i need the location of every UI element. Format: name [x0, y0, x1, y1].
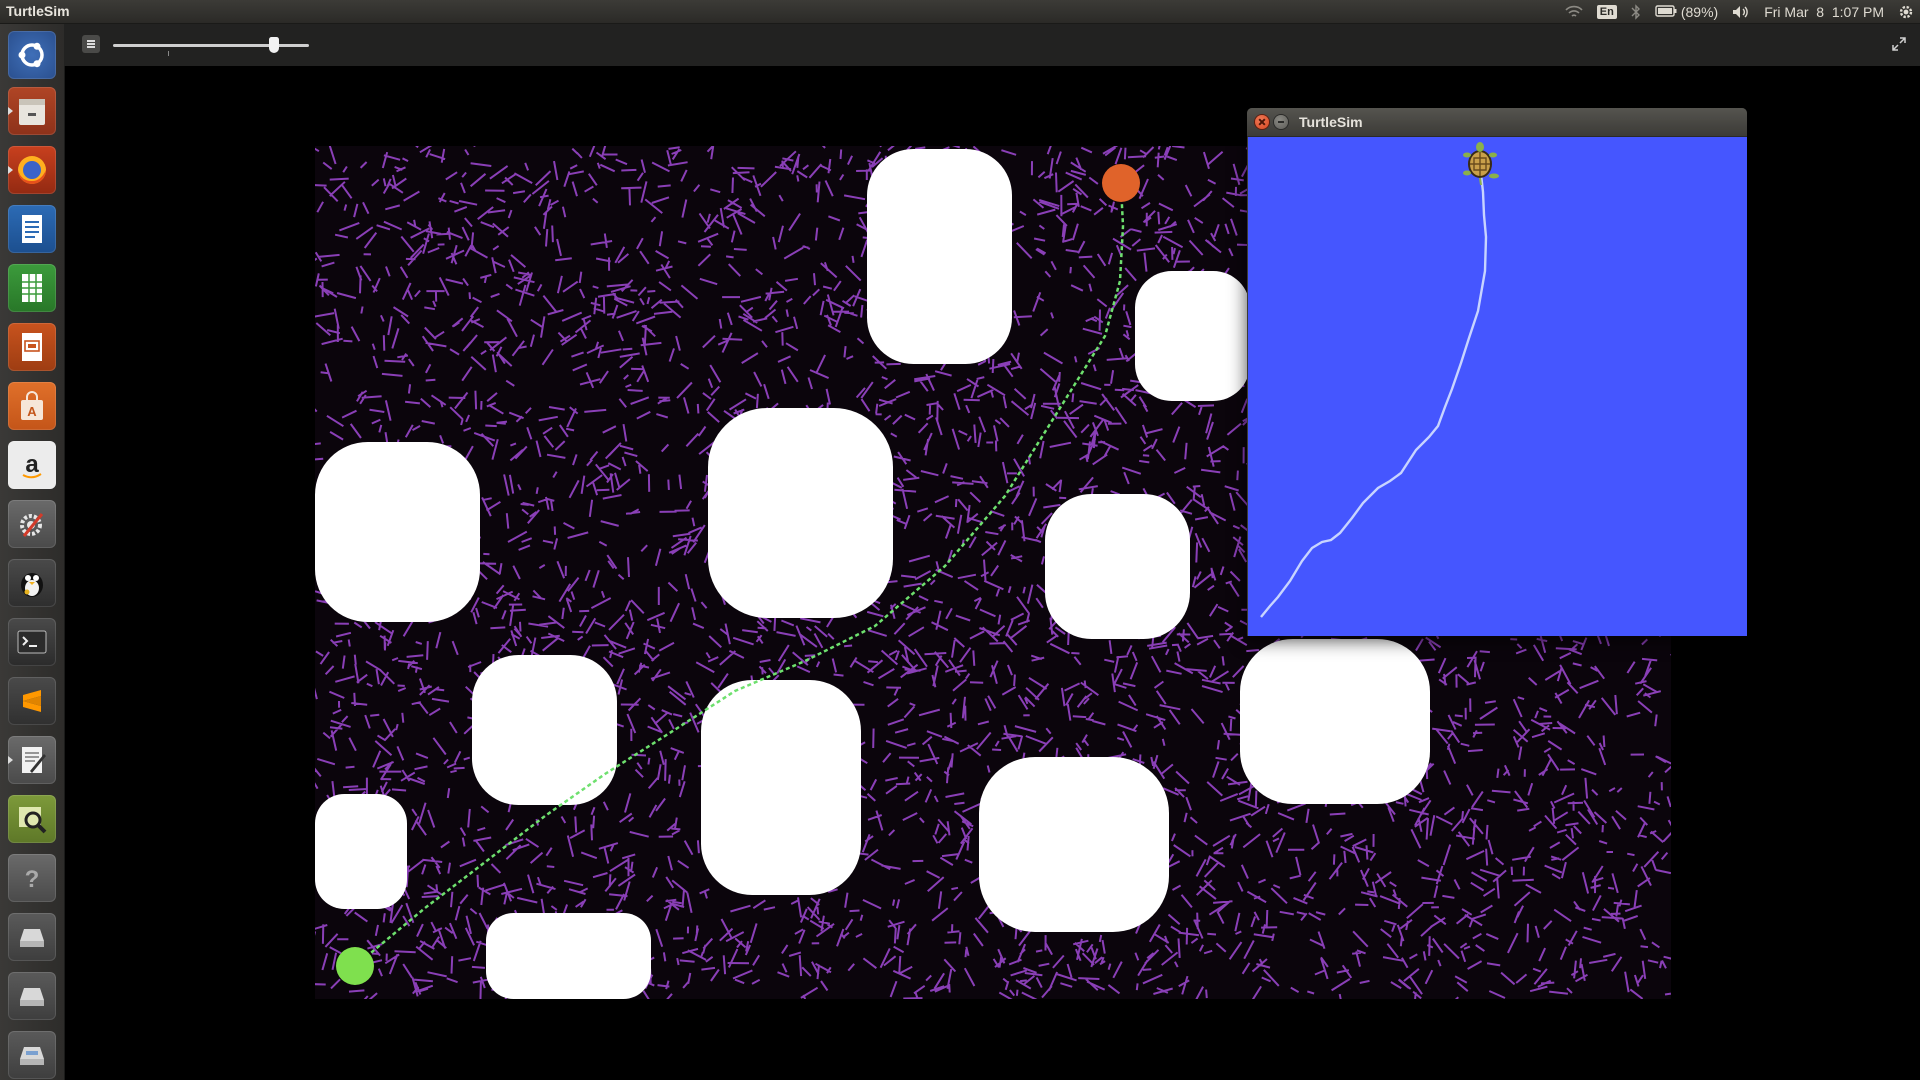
- wrench-gear-icon: [14, 506, 50, 542]
- presentation-icon: [14, 329, 50, 365]
- launcher-item-image-viewer[interactable]: [8, 795, 56, 843]
- volume-icon[interactable]: [1732, 5, 1750, 19]
- window-title: TurtleSim: [1299, 114, 1363, 130]
- launcher-item-system-settings[interactable]: [8, 500, 56, 548]
- launcher-item-text-editor[interactable]: [8, 736, 56, 784]
- penguin-icon: [14, 565, 50, 601]
- turtlesim-titlebar[interactable]: TurtleSim: [1247, 108, 1747, 137]
- battery-percentage: (89%): [1680, 4, 1719, 20]
- launcher-item-amazon[interactable]: a: [8, 441, 56, 489]
- launcher-item-impress[interactable]: [8, 323, 56, 371]
- obstacle: [1135, 271, 1250, 401]
- launcher: A a ?: [0, 24, 65, 1080]
- app-title: TurtleSim: [6, 3, 70, 19]
- launcher-item-firefox[interactable]: [8, 146, 56, 194]
- spreadsheet-icon: [14, 270, 50, 306]
- shopping-bag-icon: A: [14, 388, 50, 424]
- obstacle: [701, 680, 861, 895]
- video-toolbar: [64, 24, 1920, 66]
- seek-slider-handle[interactable]: [268, 37, 279, 53]
- sublime-icon: [14, 683, 50, 719]
- svg-text:?: ?: [25, 866, 40, 893]
- terminal-icon: [14, 624, 50, 660]
- obstacle: [1045, 494, 1190, 639]
- obstacle: [708, 408, 893, 618]
- top-panel: TurtleSim En (89%) Fri Mar 8 1:07 PM: [0, 0, 1920, 24]
- close-button[interactable]: [1255, 115, 1269, 129]
- launcher-item-software-center[interactable]: A: [8, 382, 56, 430]
- battery-indicator[interactable]: (89%): [1655, 4, 1718, 20]
- file-cabinet-icon: [14, 93, 50, 129]
- turtle-trail: [1260, 173, 1488, 618]
- launcher-item-sublime-text[interactable]: [8, 677, 56, 725]
- ubuntu-logo-icon: [14, 37, 50, 73]
- obstacle: [315, 442, 480, 622]
- bluetooth-icon[interactable]: [1631, 4, 1641, 20]
- drive-icon: [14, 1037, 50, 1073]
- language-label: En: [1596, 5, 1617, 19]
- fullscreen-icon: [1890, 37, 1908, 57]
- obstacle: [1240, 639, 1430, 804]
- launcher-item-help[interactable]: ?: [8, 854, 56, 902]
- wifi-icon[interactable]: [1565, 5, 1583, 19]
- launcher-item-writer[interactable]: [8, 205, 56, 253]
- svg-text:A: A: [27, 404, 37, 419]
- minimize-button[interactable]: [1274, 115, 1288, 129]
- turtlesim-drawing: [1260, 142, 1499, 618]
- clock[interactable]: Fri Mar 8 1:07 PM: [1764, 4, 1884, 20]
- launcher-item-drive-1[interactable]: [8, 913, 56, 961]
- battery-icon: [1655, 4, 1677, 20]
- gear-icon[interactable]: [1898, 4, 1914, 20]
- menu-icon: [87, 43, 95, 45]
- svg-text:a: a: [25, 451, 39, 478]
- launcher-item-files[interactable]: [8, 87, 56, 135]
- obstacle: [472, 655, 617, 805]
- obstacle: [979, 757, 1169, 932]
- system-tray: En (89%) Fri Mar 8 1:07 PM: [1565, 0, 1914, 24]
- drive-icon: [14, 978, 50, 1014]
- launcher-item-drive-3[interactable]: [8, 1031, 56, 1079]
- document-icon: [14, 211, 50, 247]
- drive-icon: [14, 919, 50, 955]
- amazon-icon: a: [14, 447, 50, 483]
- magnifier-icon: [14, 801, 50, 837]
- slider-tick: [168, 51, 169, 56]
- seek-slider[interactable]: [113, 44, 309, 47]
- text-editor-icon: [14, 742, 50, 778]
- obstacle: [867, 149, 1012, 364]
- fullscreen-button[interactable]: [1890, 35, 1908, 53]
- firefox-icon: [13, 151, 51, 189]
- turtlesim-canvas: [1248, 137, 1747, 636]
- launcher-item-dash[interactable]: [8, 31, 56, 79]
- goal-marker: [1102, 164, 1140, 202]
- turtle-icon: [1463, 142, 1499, 186]
- help-icon: ?: [14, 860, 50, 896]
- menu-button[interactable]: [82, 35, 100, 53]
- launcher-item-calc[interactable]: [8, 264, 56, 312]
- obstacle: [486, 913, 651, 999]
- launcher-item-gnome-ppp[interactable]: [8, 559, 56, 607]
- keyboard-layout-indicator[interactable]: En: [1596, 5, 1617, 19]
- launcher-item-drive-2[interactable]: [8, 972, 56, 1020]
- start-marker: [336, 947, 374, 985]
- obstacle: [315, 794, 407, 909]
- turtlesim-window: TurtleSim: [1247, 108, 1747, 636]
- launcher-item-terminal[interactable]: [8, 618, 56, 666]
